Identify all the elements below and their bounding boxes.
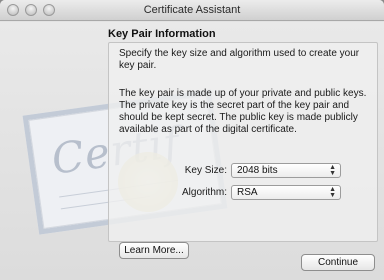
intro-text: Specify the key size and algorithm used … — [119, 48, 360, 71]
algorithm-label: Algorithm: — [181, 187, 227, 198]
stepper-arrows-icon: ▲ ▼ — [329, 164, 336, 177]
learn-more-button[interactable]: Learn More... — [119, 242, 189, 259]
key-size-select[interactable]: 2048 bits ▲ ▼ — [231, 163, 341, 178]
page-title: Key Pair Information — [108, 28, 216, 40]
stepper-arrows-icon: ▲ ▼ — [329, 186, 336, 199]
algorithm-select[interactable]: RSA ▲ ▼ — [231, 185, 341, 200]
window-title: Certificate Assistant — [143, 4, 241, 16]
key-size-value: 2048 bits — [237, 165, 278, 176]
title-bar[interactable]: Certificate Assistant — [0, 0, 384, 21]
info-panel: Specify the key size and algorithm used … — [108, 42, 378, 259]
description-text: The key pair is made up of your private … — [119, 88, 367, 135]
continue-button[interactable]: Continue — [301, 254, 375, 271]
certificate-assistant-window: Certificate Assistant Certif Key Pair In… — [0, 0, 384, 280]
algorithm-value: RSA — [237, 187, 258, 198]
key-size-label: Key Size: — [184, 165, 227, 176]
main-content: Key Pair Information Specify the key siz… — [108, 22, 384, 259]
